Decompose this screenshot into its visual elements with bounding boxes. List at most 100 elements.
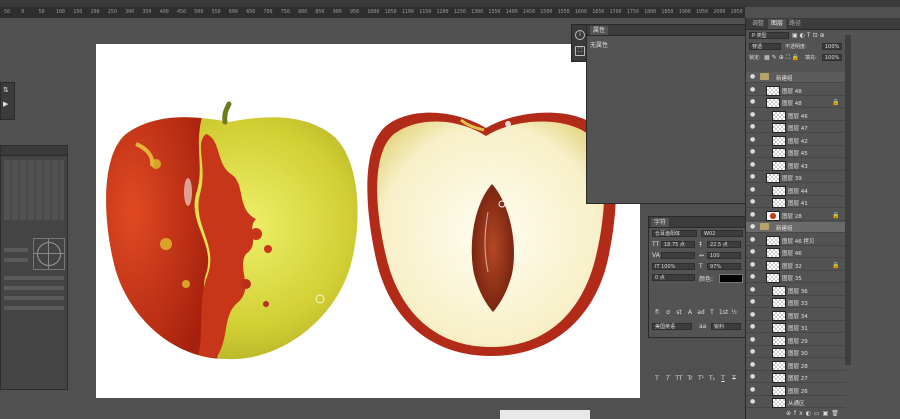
font-family-select[interactable]: 仓耳渔阳体	[652, 230, 697, 237]
baseline-field[interactable]: 0 点	[652, 274, 695, 281]
visibility-eye-icon[interactable]: ●	[750, 161, 756, 168]
visibility-eye-icon[interactable]: ●	[750, 299, 756, 305]
visibility-eye-icon[interactable]: ●	[750, 211, 756, 218]
tracking-field[interactable]: 100	[707, 252, 741, 259]
slider-row[interactable]	[4, 286, 64, 290]
layer-row[interactable]: ● 图层 31	[746, 322, 846, 333]
visibility-eye-icon[interactable]: ●	[750, 186, 756, 193]
language-select[interactable]: 美国英语	[652, 323, 692, 330]
adjust-icon[interactable]: ⛶	[575, 46, 585, 56]
kerning-field[interactable]	[661, 252, 695, 259]
faux-italic-button[interactable]: T	[664, 375, 672, 382]
layer-row[interactable]: ● 图层 26	[746, 385, 846, 396]
visibility-eye-icon[interactable]: ●	[750, 286, 756, 293]
layer-row[interactable]: ● 从通区	[746, 397, 846, 408]
visibility-eye-icon[interactable]: ●	[750, 399, 756, 405]
ligature-button[interactable]: fi	[653, 309, 661, 316]
visibility-eye-icon[interactable]: ●	[750, 74, 756, 80]
layer-row[interactable]: ● 图层 29	[746, 335, 846, 346]
font-size-field[interactable]: 18.75 点	[661, 241, 695, 248]
layer-row[interactable]: ● 图层 46	[746, 247, 846, 258]
layer-row[interactable]: ● 图层 28 🔒	[746, 210, 846, 221]
visibility-eye-icon[interactable]: ●	[750, 149, 756, 155]
info-icon[interactable]: i	[575, 30, 585, 40]
visibility-eye-icon[interactable]: ●	[750, 324, 756, 330]
layer-row[interactable]: ● 图层 36	[746, 285, 846, 296]
lock-icons[interactable]: ▦✎⊕⛶🔒	[764, 54, 804, 61]
leading-field[interactable]: 22.5 点	[707, 241, 741, 248]
layer-row[interactable]: ● 图层 41	[746, 197, 846, 208]
layer-row[interactable]: ● 图层 48 🔒	[746, 97, 846, 108]
layer-row[interactable]: ● 图层 44	[746, 185, 846, 196]
superscript-button[interactable]: T¹	[697, 375, 705, 382]
tab-paths[interactable]: 路径	[786, 19, 804, 29]
visibility-eye-icon[interactable]: ●	[750, 386, 756, 393]
visibility-eye-icon[interactable]: ●	[750, 224, 756, 230]
left-collapsed-panel[interactable]: ⇅ ▶	[0, 82, 15, 120]
horizontal-scale-field[interactable]: 97%	[707, 263, 741, 270]
layer-filter-icons[interactable]: ▣◐T⊡⊕	[792, 32, 844, 39]
ordinals-button[interactable]: 1st	[719, 309, 728, 316]
visibility-eye-icon[interactable]: ●	[750, 236, 756, 243]
titling-button[interactable]: ad	[697, 309, 705, 316]
swash-button[interactable]: σ	[664, 309, 672, 316]
visibility-eye-icon[interactable]: ●	[750, 249, 756, 255]
visibility-eye-icon[interactable]: ●	[750, 374, 756, 380]
layer-row[interactable]: ● 图层 46	[746, 110, 846, 121]
tab-adjustments[interactable]: 调整	[749, 19, 767, 29]
slider-row[interactable]	[4, 276, 64, 280]
layer-row[interactable]: ● 图层 45	[746, 147, 846, 158]
slider-row[interactable]	[4, 296, 64, 300]
text-color-swatch[interactable]	[719, 274, 743, 283]
slider-row[interactable]	[4, 248, 28, 252]
layer-row[interactable]: ● 图层 42	[746, 135, 846, 146]
layer-row[interactable]: ● 图层 47	[746, 122, 846, 133]
fractions-button[interactable]: ½	[730, 309, 738, 316]
visibility-eye-icon[interactable]: ●	[750, 124, 756, 130]
vertical-scale-field[interactable]: IT 100%	[652, 263, 695, 270]
visibility-eye-icon[interactable]: ●	[750, 199, 756, 205]
layer-bottom-toolbar[interactable]: ⊕fx◐▭▣🗑	[786, 410, 846, 418]
tab-layers[interactable]: 图层	[768, 19, 787, 29]
brush-presets-grid[interactable]	[4, 160, 64, 220]
all-caps-button[interactable]: TT	[675, 375, 683, 382]
opacity-field[interactable]: 100%	[822, 43, 842, 50]
layer-row[interactable]: ● 图层 27	[746, 372, 846, 383]
layer-group-row[interactable]: ● 新建组	[746, 72, 846, 83]
properties-tab[interactable]: 属性	[590, 26, 609, 35]
layer-row[interactable]: ● 图层 33	[746, 297, 846, 308]
strikethrough-button[interactable]: T	[730, 375, 738, 382]
layer-row[interactable]: ● 图层 28	[746, 360, 846, 371]
visibility-eye-icon[interactable]: ●	[750, 111, 756, 118]
small-caps-button[interactable]: Tr	[686, 375, 694, 382]
ornaments-button[interactable]: T	[708, 309, 716, 316]
layer-row[interactable]: ● 图层 30	[746, 347, 846, 358]
layer-row[interactable]: ● 图层 32 🔒	[746, 260, 846, 271]
layer-row[interactable]: ● 图层 35	[746, 272, 846, 283]
faux-bold-button[interactable]: T	[653, 375, 661, 382]
antialias-select[interactable]: 锐利	[711, 323, 741, 330]
play-icon[interactable]: ▶	[3, 100, 11, 108]
layer-row[interactable]: ● 图层 46 拷贝	[746, 235, 846, 246]
visibility-eye-icon[interactable]: ●	[750, 136, 756, 143]
artboard[interactable]	[96, 44, 640, 398]
visibility-eye-icon[interactable]: ●	[750, 336, 756, 343]
visibility-eye-icon[interactable]: ●	[750, 311, 756, 318]
subscript-button[interactable]: T₁	[708, 375, 716, 382]
visibility-eye-icon[interactable]: ●	[750, 174, 756, 180]
visibility-eye-icon[interactable]: ●	[750, 86, 756, 93]
swatch-icon[interactable]: ⇅	[3, 86, 11, 94]
discretionary-button[interactable]: st	[675, 309, 683, 316]
visibility-eye-icon[interactable]: ●	[750, 274, 756, 280]
layer-group-row[interactable]: ● 新建组	[746, 222, 846, 233]
visibility-eye-icon[interactable]: ●	[750, 99, 756, 105]
layer-row[interactable]: ● 图层 34	[746, 310, 846, 321]
visibility-eye-icon[interactable]: ●	[750, 349, 756, 355]
character-tab[interactable]: 字符	[651, 218, 670, 227]
layer-row[interactable]: ● 图层 39	[746, 172, 846, 183]
fill-field[interactable]: 100%	[822, 54, 842, 61]
underline-button[interactable]: T	[719, 375, 727, 382]
visibility-eye-icon[interactable]: ●	[750, 361, 756, 368]
slider-row[interactable]	[4, 306, 64, 310]
layer-row[interactable]: ● 图层 43	[746, 160, 846, 171]
